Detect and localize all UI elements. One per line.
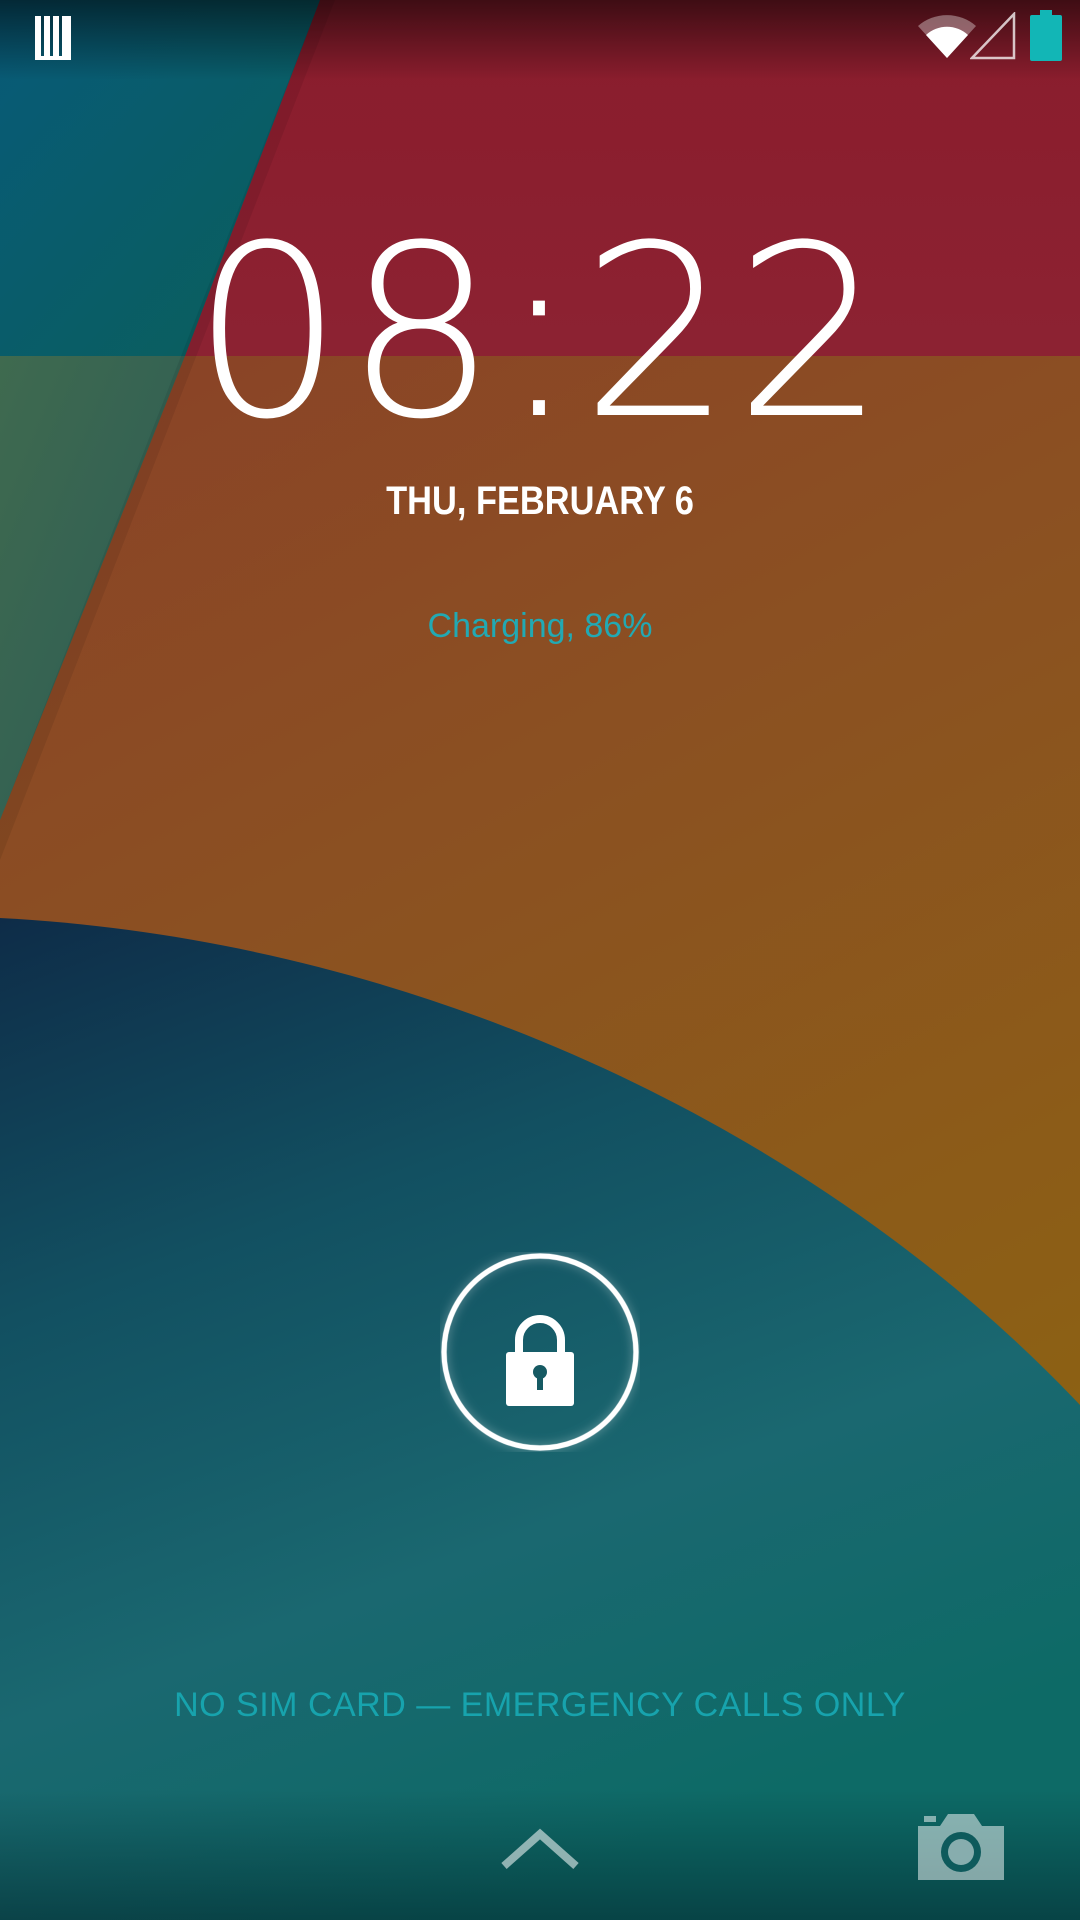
camera-icon[interactable] <box>918 1812 1004 1880</box>
carrier-status-text: NO SIM CARD — EMERGENCY CALLS ONLY <box>174 1686 906 1724</box>
cell-signal-icon <box>970 12 1016 60</box>
status-bar <box>0 0 1080 75</box>
unlock-button[interactable] <box>440 1252 640 1452</box>
lock-screen: 08:22 THU, FEBRUARY 6 Charging, 86% NO S… <box>0 0 1080 1920</box>
wifi-icon <box>918 15 976 58</box>
clock-date: THU, FEBRUARY 6 <box>386 479 694 523</box>
clock-time: 08:22 <box>192 195 888 472</box>
chevron-up-icon[interactable] <box>500 1826 580 1870</box>
charging-status: Charging, 86% <box>427 607 653 645</box>
battery-icon <box>1030 10 1062 61</box>
lock-icon <box>441 1253 639 1451</box>
notification-cards-icon <box>35 16 71 60</box>
